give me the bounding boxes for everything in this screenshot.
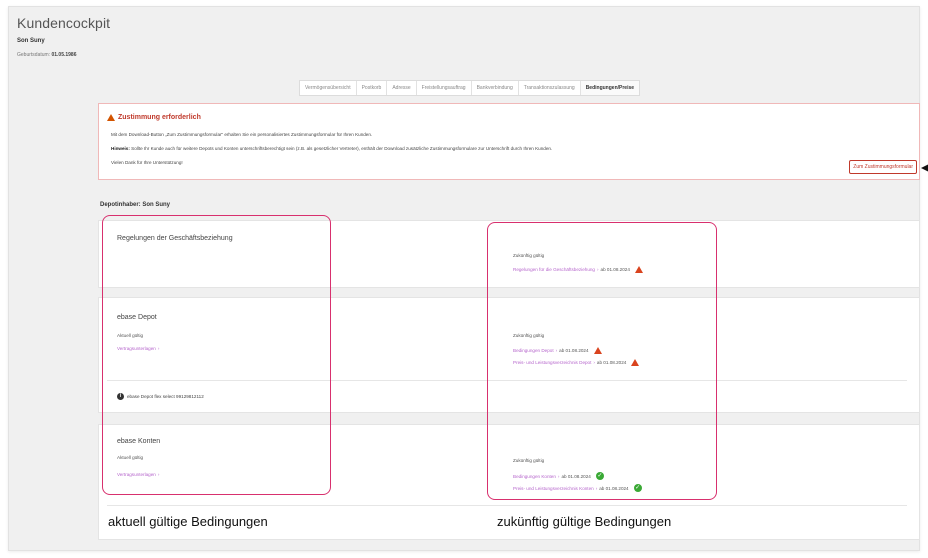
warning-icon (593, 347, 602, 354)
caption-future-conditions: zukünftig gültige Bedingungen (497, 514, 672, 529)
tab-bankverbindung[interactable]: Bankverbindung (472, 81, 519, 95)
app-title: Kundencockpit (17, 15, 111, 31)
date-text: ab 01.08.2024 (559, 348, 589, 353)
depot-info-row: i ebase Depot flex select 99129812112 (117, 393, 204, 400)
link-depot-current[interactable]: Vertragsunterlagen › (117, 346, 159, 351)
card-title-relations: Regelungen der Geschäftsbeziehung (117, 235, 233, 242)
warning-icon (634, 266, 643, 273)
link-text: Bedingungen Konten (513, 473, 556, 479)
tab-postkorb[interactable]: Postkorb (357, 81, 388, 95)
link-text: Vertragsunterlagen (117, 346, 156, 351)
link-text: Bedingungen Depot (513, 348, 554, 353)
warning-icon (631, 359, 640, 366)
birth-label: Geburtsdatum: (17, 52, 51, 58)
alert-line-1: Mit dem Download-Button „Zum Zustimmungs… (111, 132, 373, 137)
link-text: Preis- und Leistungsverzeichnis Depot (513, 360, 592, 365)
tab-freistellungsauftrag[interactable]: Freistellungsauftrag (417, 81, 472, 95)
pointer-arrow-icon (921, 164, 928, 172)
link-text: Regelungen für die Geschäftsbeziehung (513, 267, 595, 272)
link-text: Vertragsunterlagen (117, 472, 156, 477)
current-label-accounts: Aktuell gültig (117, 455, 144, 460)
tab-bedingungen-preise[interactable]: Bedingungen/Preise (580, 81, 640, 95)
warning-icon (107, 114, 115, 121)
divider (107, 380, 907, 381)
future-label-accounts: Zukünftig gültig (513, 458, 545, 463)
chevron-right-icon: › (157, 472, 160, 477)
alert-line-3: Vielen Dank für Ihre Unterstützung! (111, 160, 183, 165)
chevron-right-icon: › (157, 346, 160, 351)
tab-transaktionszulassung[interactable]: Transaktionszulassung (519, 81, 581, 95)
check-icon: ✓ (633, 484, 642, 492)
link-depot-conditions[interactable]: Bedingungen Depot › ab 01.08.2024 (513, 347, 602, 354)
current-label-depot: Aktuell gültig (117, 333, 144, 338)
link-depot-price-list[interactable]: Preis- und Leistungsverzeichnis Depot › … (513, 359, 640, 366)
alert-title: Zustimmung erforderlich (107, 114, 201, 121)
chevron-right-icon: › (595, 485, 598, 491)
consent-alert: Zustimmung erforderlich Mit dem Download… (98, 103, 928, 180)
future-label-relations: Zukünftig gültig (513, 253, 545, 258)
alert-title-text: Zustimmung erforderlich (118, 114, 201, 121)
tab-adresse[interactable]: Adresse (387, 81, 417, 95)
birth-value: 01.05.1986 (51, 52, 77, 58)
hint-label: Hinweis: (111, 146, 130, 151)
link-accounts-price-list[interactable]: Preis- und Leistungsverzeichnis Konten ›… (513, 484, 642, 492)
tab-bar: Vermögensübersicht Postkorb Adresse Frei… (299, 80, 641, 96)
card-title-accounts: ebase Konten (117, 438, 161, 445)
chevron-right-icon: › (596, 267, 599, 272)
check-icon: ✓ (595, 472, 604, 480)
hint-text: Sollte Ihr Kunde auch für weitere Depots… (131, 146, 553, 151)
link-accounts-current[interactable]: Vertragsunterlagen › (117, 472, 159, 477)
birth-date: Geburtsdatum: 01.05.1986 (17, 52, 77, 58)
link-text: Preis- und Leistungsverzeichnis Konten (513, 485, 594, 491)
date-text: ab 01.08.2024 (600, 267, 630, 272)
card-title-depot: ebase Depot (117, 314, 157, 321)
screenshot-frame: Kundencockpit Son Suny Geburtsdatum: 01.… (0, 0, 928, 558)
tab-vermoegensuebersicht[interactable]: Vermögensübersicht (300, 81, 357, 95)
date-text: ab 01.08.2024 (561, 473, 591, 479)
caption-current-conditions: aktuell gültige Bedingungen (108, 514, 268, 529)
future-label-depot: Zukünftig gültig (513, 333, 545, 338)
chevron-right-icon: › (555, 348, 558, 353)
card-ebase-depot: ebase Depot Aktuell gültig Vertragsunter… (98, 297, 920, 413)
date-text: ab 01.08.2024 (596, 360, 627, 365)
divider (107, 505, 907, 506)
card-business-relations: Regelungen der Geschäftsbeziehung Zukünf… (98, 220, 920, 288)
depot-holder: Depotinhaber: Son Suny (100, 202, 171, 208)
depot-info-text: ebase Depot flex select 99129812112 (127, 394, 204, 399)
chevron-right-icon: › (593, 360, 595, 365)
date-text: ab 01.08.2024 (599, 485, 629, 491)
link-accounts-conditions[interactable]: Bedingungen Konten › ab 01.08.2024 ✓ (513, 472, 604, 480)
chevron-right-icon: › (557, 473, 560, 479)
consent-form-button[interactable]: Zum Zustimmungsformular (849, 160, 917, 174)
customer-name: Son Suny (17, 38, 45, 44)
info-icon: i (117, 393, 124, 400)
alert-line-2: Hinweis: Sollte Ihr Kunde auch für weite… (111, 146, 552, 151)
link-relations-future[interactable]: Regelungen für die Geschäftsbeziehung › … (513, 266, 643, 273)
